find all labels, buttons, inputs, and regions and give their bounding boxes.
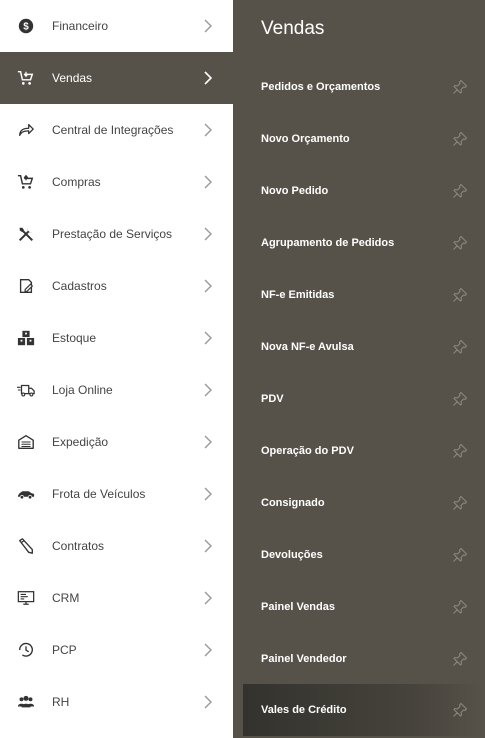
sidebar-item-contratos[interactable]: Contratos xyxy=(0,520,233,572)
sidebar-item-vendas[interactable]: Vendas xyxy=(0,52,233,104)
pin-icon[interactable] xyxy=(452,702,468,718)
pin-icon[interactable] xyxy=(452,287,468,303)
sidebar-item-expedicao[interactable]: Expedição xyxy=(0,416,233,468)
delivery-truck-icon xyxy=(16,380,36,400)
clock-icon xyxy=(16,640,36,660)
sidebar-item-label: Cadastros xyxy=(52,279,107,293)
chevron-right-icon xyxy=(203,487,213,501)
pin-icon[interactable] xyxy=(452,79,468,95)
submenu-item-operacao-pdv[interactable]: Operação do PDV xyxy=(243,425,485,477)
chevron-right-icon xyxy=(203,695,213,709)
submenu-item-label: NF-e Emitidas xyxy=(261,289,335,301)
sidebar-item-label: PCP xyxy=(52,643,77,657)
edit-document-icon xyxy=(16,276,36,296)
pin-icon[interactable] xyxy=(452,495,468,511)
submenu-item-label: Novo Orçamento xyxy=(261,133,350,145)
chevron-right-icon xyxy=(203,123,213,137)
chevron-right-icon xyxy=(203,435,213,449)
pin-icon[interactable] xyxy=(452,443,468,459)
submenu-item-label: Nova NF-e Avulsa xyxy=(261,341,354,353)
sidebar-item-financeiro[interactable]: $ Financeiro xyxy=(0,0,233,52)
sidebar-item-label: Compras xyxy=(52,175,101,189)
sidebar-item-loja-online[interactable]: Loja Online xyxy=(0,364,233,416)
pin-icon[interactable] xyxy=(452,547,468,563)
dollar-circle-icon: $ xyxy=(16,16,36,36)
sidebar-item-estoque[interactable]: Estoque xyxy=(0,312,233,364)
sidebar-item-prestacao-servicos[interactable]: Prestação de Serviços xyxy=(0,208,233,260)
submenu-item-nova-nfe-avulsa[interactable]: Nova NF-e Avulsa xyxy=(243,321,485,373)
people-icon xyxy=(16,692,36,712)
submenu-item-pedidos-orcamentos[interactable]: Pedidos e Orçamentos xyxy=(243,61,485,113)
submenu-item-consignado[interactable]: Consignado xyxy=(243,477,485,529)
pin-icon[interactable] xyxy=(452,183,468,199)
main-sidebar: $ Financeiro Vendas Central de Integraçõ… xyxy=(0,0,233,738)
vendas-submenu-panel: Vendas Pedidos e Orçamentos Novo Orçamen… xyxy=(233,0,485,738)
warehouse-icon xyxy=(16,432,36,452)
pin-icon[interactable] xyxy=(452,651,468,667)
car-icon xyxy=(16,484,36,504)
chevron-right-icon xyxy=(203,227,213,241)
chevron-right-icon xyxy=(203,383,213,397)
sidebar-item-compras[interactable]: Compras xyxy=(0,156,233,208)
submenu-item-novo-pedido[interactable]: Novo Pedido xyxy=(243,165,485,217)
submenu-item-label: Vales de Crédito xyxy=(261,704,347,716)
pin-icon[interactable] xyxy=(452,131,468,147)
share-arrow-icon xyxy=(16,120,36,140)
sidebar-item-crm[interactable]: CRM xyxy=(0,572,233,624)
submenu-title: Vendas xyxy=(261,18,325,39)
chevron-right-icon xyxy=(203,19,213,33)
chevron-right-icon xyxy=(203,71,213,85)
submenu-item-label: Painel Vendas xyxy=(261,601,335,613)
sidebar-item-label: RH xyxy=(52,695,70,709)
boxes-icon xyxy=(16,328,36,348)
chevron-right-icon xyxy=(203,279,213,293)
submenu-item-pdv[interactable]: PDV xyxy=(243,373,485,425)
submenu-item-label: Devoluções xyxy=(261,549,323,561)
submenu-item-label: Pedidos e Orçamentos xyxy=(261,81,381,93)
submenu-item-agrupamento-pedidos[interactable]: Agrupamento de Pedidos xyxy=(243,217,485,269)
pen-icon xyxy=(16,536,36,556)
submenu-item-label: Operação do PDV xyxy=(261,445,354,457)
submenu-item-novo-orcamento[interactable]: Novo Orçamento xyxy=(243,113,485,165)
submenu-item-label: Consignado xyxy=(261,497,325,509)
sidebar-item-label: Financeiro xyxy=(52,19,109,33)
sidebar-item-central-integracoes[interactable]: Central de Integrações xyxy=(0,104,233,156)
pin-icon[interactable] xyxy=(452,391,468,407)
sidebar-item-label: Vendas xyxy=(52,71,93,85)
tools-icon xyxy=(16,224,36,244)
sidebar-item-label: Frota de Veículos xyxy=(52,487,146,501)
submenu-item-devolucoes[interactable]: Devoluções xyxy=(243,529,485,581)
sidebar-item-rh[interactable]: RH xyxy=(0,676,233,728)
pin-icon[interactable] xyxy=(452,339,468,355)
pin-icon[interactable] xyxy=(452,599,468,615)
sidebar-item-label: Estoque xyxy=(52,331,97,345)
sidebar-item-label: Central de Integrações xyxy=(52,123,174,137)
chevron-right-icon xyxy=(203,643,213,657)
sidebar-item-cadastros[interactable]: Cadastros xyxy=(0,260,233,312)
sidebar-item-label: Contratos xyxy=(52,539,105,553)
monitor-icon xyxy=(16,588,36,608)
chevron-right-icon xyxy=(203,175,213,189)
submenu-item-label: Novo Pedido xyxy=(261,185,329,197)
submenu-item-label: Agrupamento de Pedidos xyxy=(261,237,395,249)
sidebar-item-pcp[interactable]: PCP xyxy=(0,624,233,676)
sidebar-item-frota-veiculos[interactable]: Frota de Veículos xyxy=(0,468,233,520)
submenu-item-label: PDV xyxy=(261,393,284,405)
chevron-right-icon xyxy=(203,539,213,553)
submenu-item-nfe-emitidas[interactable]: NF-e Emitidas xyxy=(243,269,485,321)
pin-icon[interactable] xyxy=(452,235,468,251)
cart-icon xyxy=(16,172,36,192)
sidebar-item-label: Loja Online xyxy=(52,383,113,397)
submenu-item-label: Painel Vendedor xyxy=(261,653,347,665)
sidebar-item-label: Expedição xyxy=(52,435,109,449)
submenu-item-vales-credito[interactable]: Vales de Crédito xyxy=(243,684,485,736)
chevron-right-icon xyxy=(203,331,213,345)
submenu-item-painel-vendas[interactable]: Painel Vendas xyxy=(243,581,485,633)
cart-icon xyxy=(16,68,36,88)
svg-text:$: $ xyxy=(23,22,29,33)
chevron-right-icon xyxy=(203,591,213,605)
sidebar-item-label: CRM xyxy=(52,591,80,605)
sidebar-item-label: Prestação de Serviços xyxy=(52,227,173,241)
submenu-item-painel-vendedor[interactable]: Painel Vendedor xyxy=(243,633,485,685)
